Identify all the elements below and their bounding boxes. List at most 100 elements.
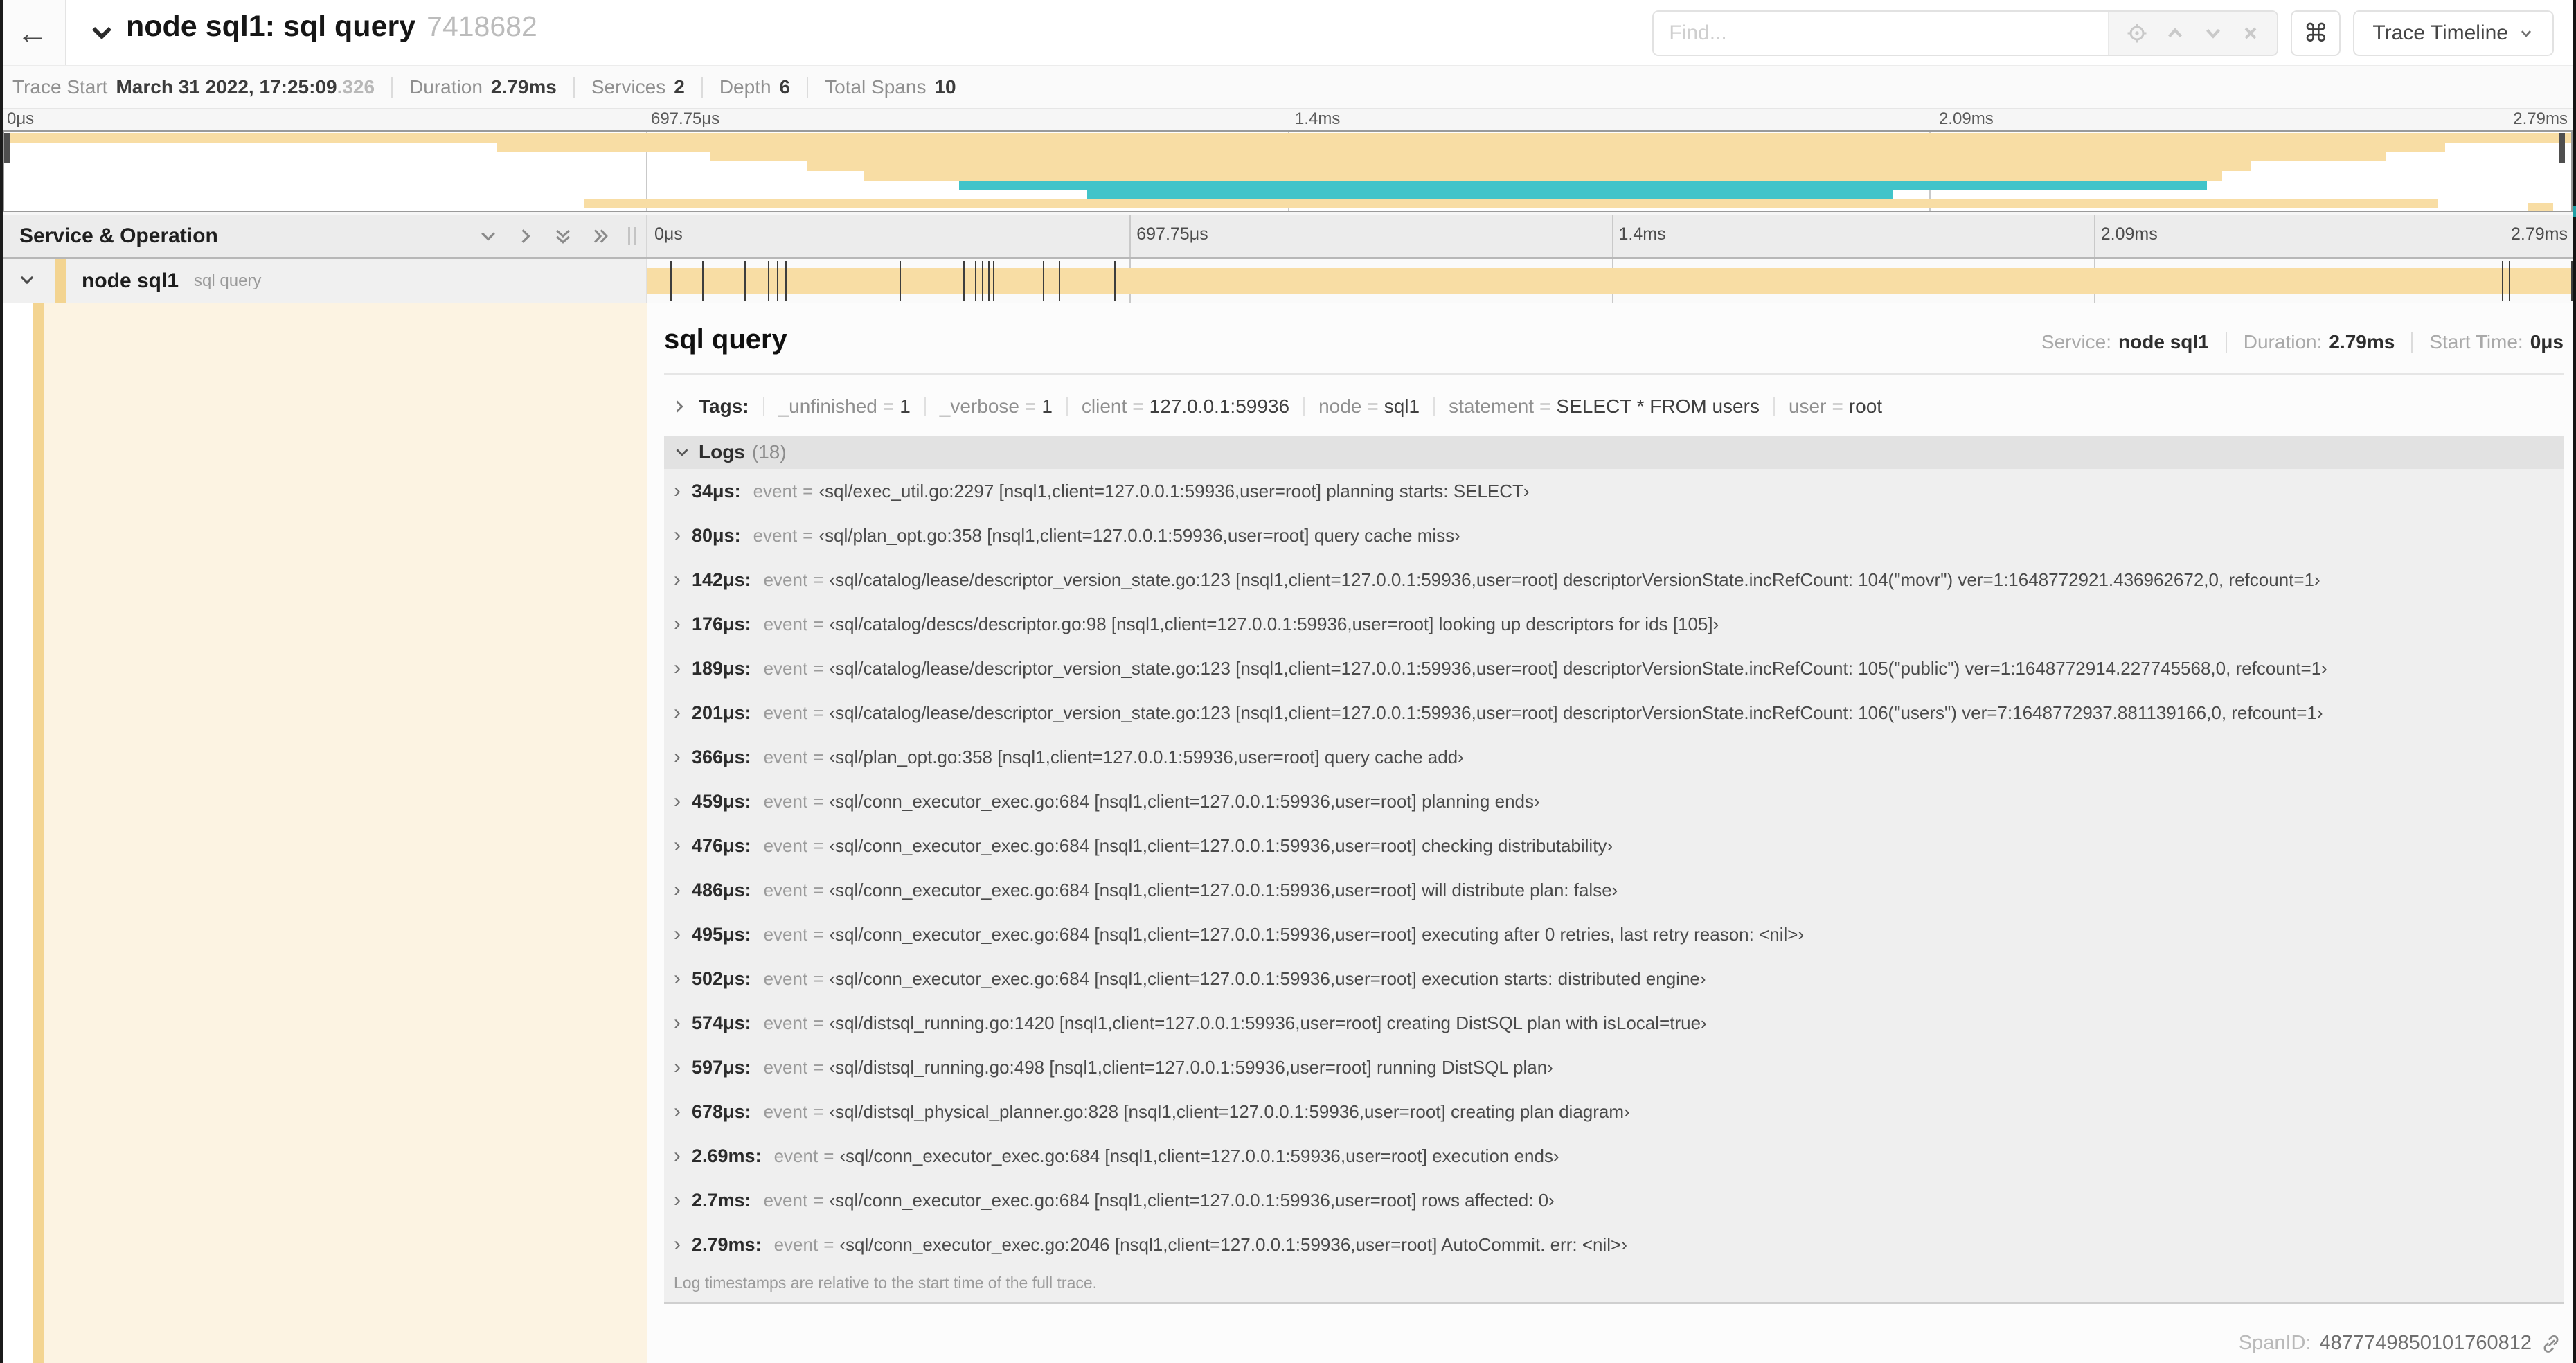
span-collapse-chevron-icon[interactable] [18, 271, 36, 292]
log-timestamp: 476μs: [692, 835, 751, 856]
tag-key: statement [1449, 395, 1535, 417]
log-expand-chevron-icon[interactable]: › [674, 702, 681, 723]
minimap-canvas[interactable] [3, 130, 2573, 212]
log-expand-chevron-icon[interactable]: › [674, 614, 681, 634]
log-expand-chevron-icon[interactable]: › [674, 924, 681, 945]
tick-label: 0μs [7, 109, 35, 128]
log-row[interactable]: › 142μs: event = ‹sql/catalog/lease/descript… [664, 558, 2564, 602]
log-expand-chevron-icon[interactable]: › [674, 569, 681, 590]
log-field-key: event [763, 879, 808, 900]
log-expand-chevron-icon[interactable]: › [674, 1013, 681, 1033]
log-expand-chevron-icon[interactable]: › [674, 747, 681, 767]
meta-separator [2411, 332, 2413, 353]
log-expand-chevron-icon[interactable]: › [674, 1234, 681, 1255]
log-expand-chevron-icon[interactable]: › [674, 968, 681, 989]
find-input[interactable] [1654, 12, 2109, 55]
expand-one-icon[interactable] [516, 226, 535, 246]
log-row[interactable]: › 486μs: event = ‹sql/conn_executor_exec.go:… [664, 868, 2564, 912]
timeline-ruler: 0μs 697.75μs 1.4ms 2.09ms 2.79ms [647, 215, 2576, 257]
tags-expand-chevron-icon [676, 400, 683, 413]
clear-search-icon[interactable] [2241, 24, 2260, 43]
log-row[interactable]: › 2.69ms: event = ‹sql/conn_executor_exec.go… [664, 1134, 2564, 1178]
log-row[interactable]: › 176μs: event = ‹sql/catalog/descs/descript… [664, 602, 2564, 646]
log-field-key: event [763, 746, 808, 767]
log-marker-tick [1058, 261, 1060, 301]
log-row[interactable]: › 2.79ms: event = ‹sql/conn_executor_exec.go… [664, 1222, 2564, 1267]
log-equals: = [813, 1012, 824, 1033]
log-timestamp: 459μs: [692, 790, 751, 812]
log-expand-chevron-icon[interactable]: › [674, 1057, 681, 1078]
span-row-name-column[interactable]: node sql1 sql query [0, 259, 647, 303]
log-row[interactable]: › 2.7ms: event = ‹sql/conn_executor_exec.go:… [664, 1178, 2564, 1222]
log-row[interactable]: › 189μs: event = ‹sql/catalog/lease/descript… [664, 646, 2564, 691]
log-row[interactable]: › 678μs: event = ‹sql/distsql_physical_plann… [664, 1089, 2564, 1134]
minimap-right-scrubber-handle[interactable] [2559, 133, 2565, 163]
log-expand-chevron-icon[interactable]: › [674, 1101, 681, 1122]
trace-collapse-chevron-icon[interactable] [89, 19, 115, 49]
log-expand-chevron-icon[interactable]: › [674, 525, 681, 546]
command-icon: ⌘ [2303, 19, 2329, 47]
minimap-span-band [864, 171, 2222, 181]
log-row[interactable]: › 366μs: event = ‹sql/plan_opt.go:358 [nsql1… [664, 735, 2564, 779]
minimap-left-scrubber-handle[interactable] [4, 133, 10, 163]
log-expand-chevron-icon[interactable]: › [674, 1190, 681, 1211]
tick-label: 1.4ms [1618, 224, 1666, 244]
summary-label: Depth [719, 76, 771, 98]
tag-separator [1433, 397, 1435, 416]
log-row[interactable]: › 476μs: event = ‹sql/conn_executor_exec.go:… [664, 823, 2564, 868]
log-expand-chevron-icon[interactable]: › [674, 880, 681, 900]
log-field-value: ‹sql/conn_executor_exec.go:684 [nsql1,cl… [829, 968, 1706, 989]
tag-key: _verbose [939, 395, 1019, 417]
trace-view-selector[interactable]: Trace Timeline [2353, 10, 2554, 56]
log-row[interactable]: › 34μs: event = ‹sql/exec_util.go:2297 [nsql… [664, 469, 2564, 513]
tag-value: root [1848, 395, 1883, 417]
prev-match-icon[interactable] [2165, 23, 2185, 44]
log-field-value: ‹sql/conn_executor_exec.go:684 [nsql1,cl… [829, 923, 1805, 945]
collapse-all-icon[interactable] [553, 226, 573, 246]
log-marker-tick [744, 261, 746, 301]
span-detail-panel: sql query Service: node sql1 Duration: 2.79… [0, 303, 2576, 1363]
log-equals: = [813, 569, 824, 590]
log-field-key: event [763, 1189, 808, 1211]
back-arrow-icon: ← [17, 15, 48, 51]
summary-label: Total Spans [825, 76, 927, 98]
deep-link-icon[interactable] [2540, 1333, 2562, 1355]
service-operation-title: Service & Operation [19, 224, 218, 247]
span-duration-bar[interactable] [647, 261, 2573, 301]
meta-value: 0μs [2530, 331, 2564, 353]
span-row[interactable]: node sql1 sql query [0, 259, 2576, 303]
next-match-icon[interactable] [2203, 23, 2224, 44]
column-resizer-handle[interactable] [628, 226, 636, 245]
log-row[interactable]: › 495μs: event = ‹sql/conn_executor_exec.go:… [664, 912, 2564, 956]
tick-label: 0μs [654, 224, 683, 244]
span-meta: Service: node sql1 Duration: 2.79ms Start Ti… [2041, 331, 2564, 353]
collapse-one-icon[interactable] [478, 226, 498, 246]
back-button[interactable]: ← [0, 0, 66, 65]
log-row[interactable]: › 80μs: event = ‹sql/plan_opt.go:358 [nsql1,… [664, 513, 2564, 558]
log-row[interactable]: › 574μs: event = ‹sql/distsql_running.go:142… [664, 1001, 2564, 1045]
summary-separator [807, 77, 809, 98]
logs-header[interactable]: Logs (18) [664, 436, 2564, 469]
log-expand-chevron-icon[interactable]: › [674, 1146, 681, 1166]
span-row-timeline [647, 259, 2576, 303]
log-row[interactable]: › 459μs: event = ‹sql/conn_executor_exec.go:… [664, 779, 2564, 823]
log-marker-tick [988, 261, 990, 301]
log-field-value: ‹sql/plan_opt.go:358 [nsql1,client=127.0… [829, 746, 1464, 767]
expand-all-icon[interactable] [591, 226, 610, 246]
log-field-key: event [763, 613, 808, 634]
scroll-marker [2573, 206, 2576, 217]
log-expand-chevron-icon[interactable]: › [674, 658, 681, 679]
log-field-key: event [763, 569, 808, 590]
log-expand-chevron-icon[interactable]: › [674, 481, 681, 501]
log-marker-tick [963, 261, 965, 301]
tags-accordion[interactable]: Tags: _unfinished = 1 _verbose = 1 client = 127.… [671, 395, 2564, 418]
log-marker-tick [785, 261, 787, 301]
keyboard-shortcuts-button[interactable]: ⌘ [2291, 10, 2341, 56]
log-row[interactable]: › 201μs: event = ‹sql/catalog/lease/descript… [664, 691, 2564, 735]
log-row[interactable]: › 597μs: event = ‹sql/distsql_running.go:498… [664, 1045, 2564, 1089]
log-expand-chevron-icon[interactable]: › [674, 791, 681, 812]
log-expand-chevron-icon[interactable]: › [674, 835, 681, 856]
locate-match-icon[interactable] [2127, 23, 2147, 44]
log-row[interactable]: › 502μs: event = ‹sql/conn_executor_exec.go:… [664, 956, 2564, 1001]
log-timestamp: 201μs: [692, 702, 751, 723]
